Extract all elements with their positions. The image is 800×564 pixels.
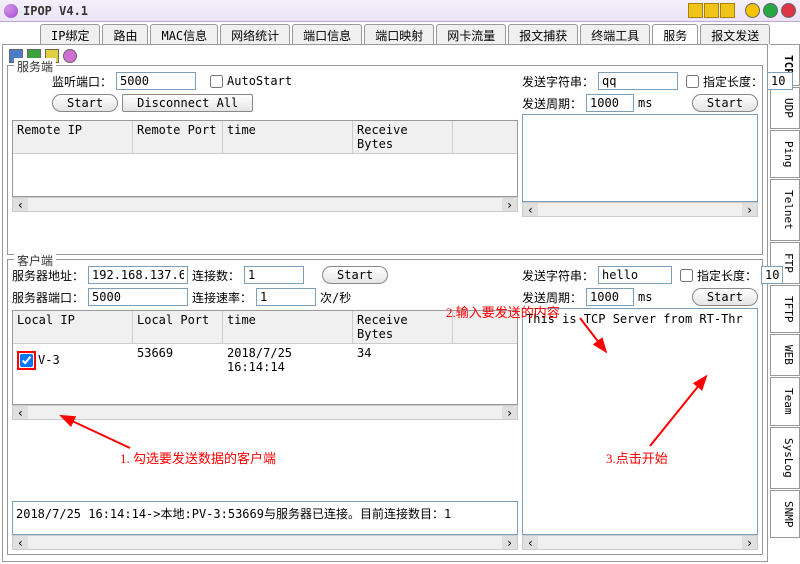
autostart-label: AutoStart — [227, 74, 292, 88]
server-output[interactable] — [522, 114, 758, 202]
svr-addr-input[interactable] — [88, 266, 188, 284]
client-sendstr-label: 发送字符串： — [522, 267, 594, 284]
conn-rate-input[interactable] — [256, 288, 316, 306]
client-row-bytes: 34 — [353, 344, 453, 376]
side-tab-team[interactable]: Team — [770, 377, 800, 426]
server-period-label: 发送周期： — [522, 95, 582, 112]
client-scroll[interactable]: ‹› — [12, 405, 518, 420]
client-group: 客户端 服务器地址： 连接数： Start 服务器端口： 连接速率： 次/秒 — [7, 259, 763, 555]
server-fixedlen-input[interactable] — [767, 72, 793, 90]
tool-icon-2[interactable] — [704, 3, 719, 18]
server-sendstr-label: 发送字符串： — [522, 73, 594, 90]
main-tab-9[interactable]: 服务 — [652, 24, 698, 44]
side-tab-ping[interactable]: Ping — [770, 130, 800, 179]
server-table-body[interactable] — [13, 154, 517, 196]
app-icon — [4, 4, 18, 18]
conn-cnt-label: 连接数： — [192, 267, 240, 284]
icon-toolbar — [5, 47, 765, 65]
main-tab-2[interactable]: MAC信息 — [150, 24, 218, 44]
server-sendstr-input[interactable] — [598, 72, 678, 90]
side-tabs: TCPUDPPingTelnetFTPTFTPWEBTeamSysLogSNMP — [770, 44, 800, 564]
client-col-local-ip: Local IP — [13, 311, 133, 343]
client-row-time: 2018/7/25 16:14:14 — [223, 344, 353, 376]
client-fixedlen-checkbox[interactable] — [680, 269, 693, 282]
main-tab-10[interactable]: 报文发送 — [700, 24, 770, 44]
main-tab-6[interactable]: 网卡流量 — [436, 24, 506, 44]
side-tab-web[interactable]: WEB — [770, 334, 800, 376]
server-group-title: 服务端 — [14, 58, 56, 75]
toolbar-icon-4[interactable] — [63, 49, 77, 63]
tool-icon-3[interactable] — [720, 3, 735, 18]
svr-addr-label: 服务器地址： — [12, 267, 84, 284]
server-col-time: time — [223, 121, 353, 153]
minimize-button[interactable] — [745, 3, 760, 18]
side-tab-syslog[interactable]: SysLog — [770, 427, 800, 489]
client-send-start-button[interactable]: Start — [692, 288, 758, 306]
server-scroll[interactable]: ‹› — [12, 197, 518, 212]
client-col-time: time — [223, 311, 353, 343]
client-ms-label: ms — [638, 290, 652, 304]
main-tab-0[interactable]: IP绑定 — [40, 24, 100, 44]
server-send-start-button[interactable]: Start — [692, 94, 758, 112]
server-table: Remote IP Remote Port time Receive Bytes — [12, 120, 518, 197]
rate-unit-label: 次/秒 — [320, 289, 351, 306]
side-tab-telnet[interactable]: Telnet — [770, 179, 800, 241]
server-fixedlen-label: 指定长度： — [703, 73, 763, 90]
client-fixedlen-input[interactable] — [761, 266, 783, 284]
server-col-receive-bytes: Receive Bytes — [353, 121, 453, 153]
client-sendstr-input[interactable] — [598, 266, 672, 284]
content-panel: 服务端 监听端口： AutoStart Start Disconnect All — [2, 44, 768, 562]
listen-port-label: 监听端口： — [52, 73, 112, 90]
server-col-remote-ip: Remote IP — [13, 121, 133, 153]
client-row-ip: V-3 — [38, 353, 60, 367]
titlebar-tools — [688, 3, 735, 18]
disconnect-all-button[interactable]: Disconnect All — [122, 94, 253, 112]
server-fixedlen-checkbox[interactable] — [686, 75, 699, 88]
tool-icon-1[interactable] — [688, 3, 703, 18]
svr-port-input[interactable] — [88, 288, 188, 306]
conn-cnt-input[interactable] — [244, 266, 304, 284]
server-col-remote-port: Remote Port — [133, 121, 223, 153]
server-group: 服务端 监听端口： AutoStart Start Disconnect All — [7, 65, 763, 255]
main-tab-4[interactable]: 端口信息 — [292, 24, 362, 44]
side-tab-tftp[interactable]: TFTP — [770, 285, 800, 334]
client-period-input[interactable] — [586, 288, 634, 306]
main-tabs: IP绑定路由MAC信息网络统计端口信息端口映射网卡流量报文捕获终端工具服务报文发… — [0, 22, 800, 44]
client-table-row[interactable]: V-3 53669 2018/7/25 16:14:14 34 — [13, 344, 517, 376]
app-title: IPOP V4.1 — [23, 4, 88, 18]
client-period-label: 发送周期： — [522, 289, 582, 306]
side-tab-udp[interactable]: UDP — [770, 87, 800, 129]
client-out-scroll[interactable]: ‹› — [522, 535, 758, 550]
server-start-button[interactable]: Start — [52, 94, 118, 112]
client-col-receive-bytes: Receive Bytes — [353, 311, 453, 343]
client-start-button[interactable]: Start — [322, 266, 388, 284]
listen-port-input[interactable] — [116, 72, 196, 90]
server-ms-label: ms — [638, 96, 652, 110]
side-tab-snmp[interactable]: SNMP — [770, 490, 800, 539]
conn-rate-label: 连接速率： — [192, 289, 252, 306]
svr-port-label: 服务器端口： — [12, 289, 84, 306]
client-output[interactable]: This is TCP Server from RT-Thr — [522, 308, 758, 535]
server-period-input[interactable] — [586, 94, 634, 112]
client-row-checkbox[interactable] — [20, 354, 33, 367]
main-tab-5[interactable]: 端口映射 — [364, 24, 434, 44]
close-button[interactable] — [781, 3, 796, 18]
main-tab-3[interactable]: 网络统计 — [220, 24, 290, 44]
client-fixedlen-label: 指定长度： — [697, 267, 757, 284]
client-log-scroll[interactable]: ‹› — [12, 535, 518, 550]
client-row-port: 53669 — [133, 344, 223, 376]
maximize-button[interactable] — [763, 3, 778, 18]
client-group-title: 客户端 — [14, 252, 56, 269]
main-tab-7[interactable]: 报文捕获 — [508, 24, 578, 44]
server-out-scroll[interactable]: ‹› — [522, 202, 758, 217]
client-col-local-port: Local Port — [133, 311, 223, 343]
client-log[interactable]: 2018/7/25 16:14:14->本地:PV-3:53669与服务器已连接… — [12, 501, 518, 535]
title-bar: IPOP V4.1 — [0, 0, 800, 22]
client-table: Local IP Local Port time Receive Bytes V… — [12, 310, 518, 405]
autostart-checkbox[interactable] — [210, 75, 223, 88]
main-tab-8[interactable]: 终端工具 — [580, 24, 650, 44]
main-tab-1[interactable]: 路由 — [102, 24, 148, 44]
